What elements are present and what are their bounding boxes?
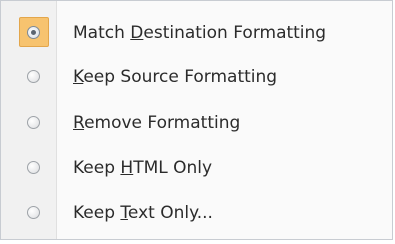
label-suffix: eep Source Formatting: [83, 67, 278, 87]
radio-unselected-icon[interactable]: [27, 206, 40, 219]
radio-unselected-icon[interactable]: [27, 116, 40, 129]
access-key: K: [73, 67, 84, 87]
menu-item-keep-source-formatting[interactable]: Keep Source Formatting: [3, 55, 390, 99]
menu-item-match-destination-formatting[interactable]: Match Destination Formatting: [3, 11, 390, 55]
menu-item-remove-formatting[interactable]: Remove Formatting: [3, 101, 390, 145]
menu-item-label: Keep Source Formatting: [57, 67, 277, 87]
menu-item-label: Keep Text Only...: [57, 203, 213, 223]
radio-cell: [3, 55, 57, 99]
menu-item-keep-html-only[interactable]: Keep HTML Only: [3, 146, 390, 190]
radio-selected-icon[interactable]: [27, 26, 40, 39]
radio-unselected-icon[interactable]: [27, 70, 40, 83]
label-prefix: Keep: [73, 203, 121, 223]
access-key: T: [120, 203, 128, 223]
menu-item-label: Keep HTML Only: [57, 158, 212, 178]
access-key: D: [130, 23, 144, 43]
menu-item-label: Remove Formatting: [57, 113, 240, 133]
paste-options-menu: Match Destination Formatting Keep Source…: [0, 0, 393, 240]
label-prefix: Match: [73, 23, 131, 43]
access-key: H: [120, 158, 134, 178]
radio-cell: [3, 191, 57, 235]
radio-cell: [3, 146, 57, 190]
radio-cell: [3, 11, 57, 55]
access-key: R: [73, 113, 85, 133]
radio-unselected-icon[interactable]: [27, 161, 40, 174]
label-suffix: ext Only...: [127, 203, 213, 223]
menu-item-label: Match Destination Formatting: [57, 23, 326, 43]
label-suffix: estination Formatting: [143, 23, 327, 43]
menu-item-keep-text-only[interactable]: Keep Text Only...: [3, 191, 390, 235]
radio-cell: [3, 101, 57, 145]
label-suffix: emove Formatting: [84, 113, 241, 133]
label-suffix: TML Only: [133, 158, 213, 178]
label-prefix: Keep: [73, 158, 121, 178]
